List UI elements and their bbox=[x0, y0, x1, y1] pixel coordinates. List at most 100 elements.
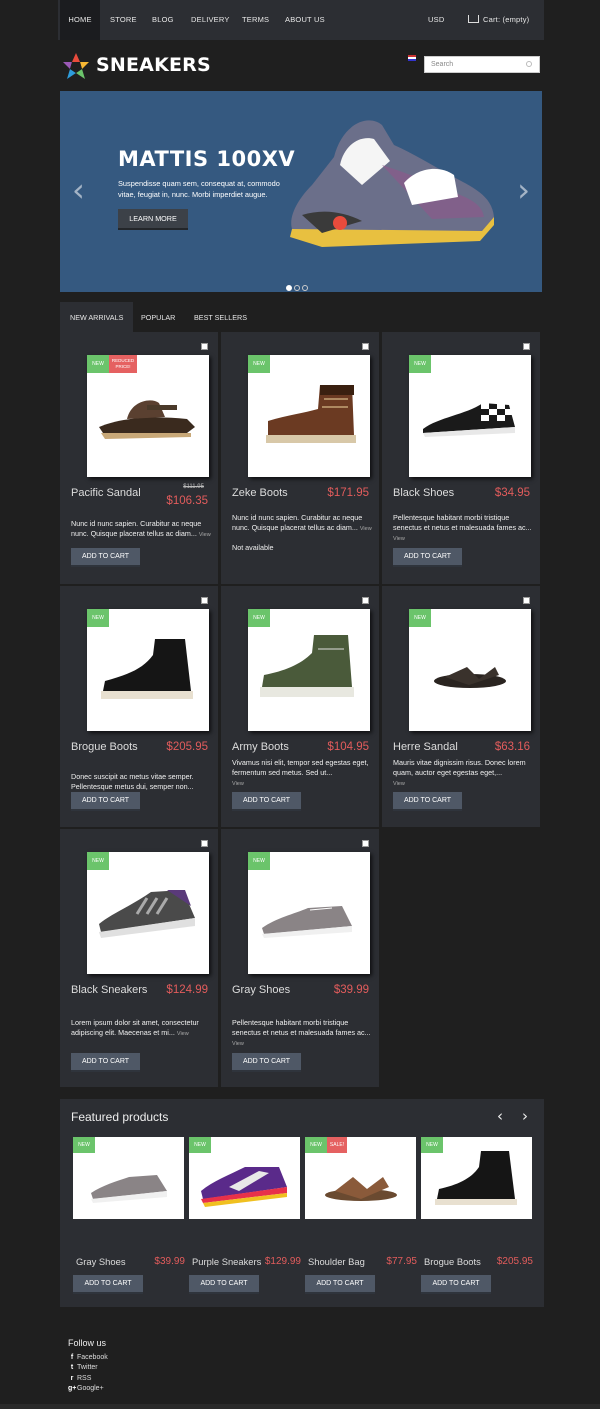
product-card[interactable]: NEW Black Shoes $34.95 Pellentesque habi… bbox=[382, 332, 540, 584]
product-card[interactable]: NEW REDUCED PRICE! Pacific Sandal $111.9… bbox=[60, 332, 218, 584]
add-to-cart-button[interactable]: ADD TO CART bbox=[421, 1275, 491, 1294]
product-name[interactable]: Herre Sandal bbox=[393, 739, 478, 756]
product-card[interactable]: NEW Gray Shoes $39.99 Pellentesque habit… bbox=[221, 829, 379, 1087]
compare-checkbox[interactable] bbox=[362, 840, 369, 847]
featured-name[interactable]: Purple Sneakers bbox=[192, 1256, 261, 1267]
social-rss[interactable]: r RSS bbox=[68, 1375, 92, 1382]
add-to-cart-button[interactable]: ADD TO CART bbox=[305, 1275, 375, 1294]
product-card[interactable]: NEW Black Sneakers $124.99 Lorem ipsum d… bbox=[60, 829, 218, 1087]
compare-checkbox[interactable] bbox=[523, 343, 530, 350]
add-to-cart-button[interactable]: ADD TO CART bbox=[71, 548, 140, 567]
nav-about-us[interactable]: ABOUT US bbox=[285, 0, 325, 40]
product-name[interactable]: Black Sneakers bbox=[71, 982, 156, 999]
nav-terms[interactable]: TERMS bbox=[242, 0, 269, 40]
social-facebook[interactable]: f Facebook bbox=[68, 1354, 108, 1361]
search-icon[interactable] bbox=[526, 61, 532, 67]
social-twitter[interactable]: t Twitter bbox=[68, 1364, 98, 1371]
product-name[interactable]: Brogue Boots bbox=[71, 739, 156, 756]
featured-image[interactable]: NEW bbox=[189, 1137, 300, 1219]
product-card[interactable]: NEW Brogue Boots $205.95 Donec suscipit … bbox=[60, 586, 218, 827]
new-badge: NEW bbox=[87, 852, 109, 870]
featured-name[interactable]: Gray Shoes bbox=[76, 1256, 126, 1267]
nav-blog[interactable]: BLOG bbox=[152, 0, 174, 40]
logo-icon[interactable] bbox=[62, 52, 90, 80]
product-image[interactable]: NEW bbox=[248, 355, 370, 477]
learn-more-button[interactable]: LEARN MORE bbox=[118, 209, 188, 230]
google-plus-icon: g+ bbox=[68, 1385, 77, 1392]
hero-dot-1[interactable] bbox=[286, 285, 292, 291]
hero-dot-3[interactable] bbox=[302, 285, 308, 291]
product-name[interactable]: Pacific Sandal bbox=[71, 485, 156, 502]
nav-home[interactable]: HOME bbox=[60, 0, 100, 40]
boot-image bbox=[266, 385, 356, 443]
product-image[interactable]: NEW REDUCED PRICE! bbox=[87, 355, 209, 477]
view-link[interactable]: View bbox=[232, 1041, 244, 1047]
hero-dot-2[interactable] bbox=[294, 285, 300, 291]
hero-next-arrow[interactable]: › bbox=[517, 174, 530, 206]
new-badge: NEW bbox=[73, 1137, 95, 1153]
compare-checkbox[interactable] bbox=[201, 343, 208, 350]
cart-link[interactable]: Cart: (empty) bbox=[468, 0, 529, 40]
compare-checkbox[interactable] bbox=[201, 840, 208, 847]
black-shoe-image bbox=[423, 403, 515, 437]
featured-image[interactable]: NEW bbox=[421, 1137, 532, 1219]
product-name[interactable]: Black Shoes bbox=[393, 485, 478, 502]
product-price: $124.99 bbox=[166, 984, 208, 996]
product-name[interactable]: Gray Shoes bbox=[232, 982, 317, 999]
social-google-plus[interactable]: g+Google+ bbox=[68, 1385, 104, 1392]
compare-checkbox[interactable] bbox=[362, 597, 369, 604]
logo-text[interactable]: SNEAKERS bbox=[96, 54, 211, 76]
tab-popular[interactable]: POPULAR bbox=[131, 302, 185, 334]
product-image[interactable]: NEW bbox=[409, 609, 531, 731]
tab-new-arrivals[interactable]: NEW ARRIVALS bbox=[60, 302, 134, 334]
view-link[interactable]: View bbox=[199, 532, 211, 538]
new-badge: NEW bbox=[248, 609, 270, 627]
compare-checkbox[interactable] bbox=[201, 597, 208, 604]
compare-checkbox[interactable] bbox=[523, 597, 530, 604]
compare-checkbox[interactable] bbox=[362, 343, 369, 350]
product-price: $104.95 bbox=[327, 741, 369, 753]
product-image[interactable]: NEW bbox=[248, 609, 370, 731]
product-card[interactable]: NEW Zeke Boots $171.95 Nunc id nunc sapi… bbox=[221, 332, 379, 584]
featured-image[interactable]: NEW SALE! bbox=[305, 1137, 416, 1219]
add-to-cart-button[interactable]: ADD TO CART bbox=[232, 1053, 301, 1072]
add-to-cart-button[interactable]: ADD TO CART bbox=[71, 1053, 140, 1072]
language-flag-icon[interactable] bbox=[408, 55, 416, 61]
new-badge: NEW bbox=[189, 1137, 211, 1153]
footer-bottom-bar bbox=[0, 1404, 600, 1409]
brogue-boot-image bbox=[101, 639, 193, 699]
add-to-cart-button[interactable]: ADD TO CART bbox=[232, 792, 301, 811]
view-link[interactable]: View bbox=[177, 1031, 189, 1037]
view-link[interactable]: View bbox=[232, 781, 244, 787]
featured-name[interactable]: Shoulder Bag bbox=[308, 1256, 365, 1267]
view-link[interactable]: View bbox=[393, 781, 405, 787]
featured-next-arrow[interactable]: › bbox=[522, 1107, 528, 1125]
add-to-cart-button[interactable]: ADD TO CART bbox=[393, 548, 462, 567]
product-name[interactable]: Army Boots bbox=[232, 739, 317, 756]
add-to-cart-button[interactable]: ADD TO CART bbox=[73, 1275, 143, 1294]
product-description: Lorem ipsum dolor sit amet, consectetur … bbox=[71, 1018, 211, 1039]
social-label: Twitter bbox=[77, 1364, 98, 1371]
currency-selector[interactable]: USD bbox=[428, 0, 444, 40]
view-link[interactable]: View bbox=[360, 526, 372, 532]
product-image[interactable]: NEW bbox=[87, 852, 209, 974]
hero-prev-arrow[interactable]: ‹ bbox=[72, 174, 85, 206]
add-to-cart-button[interactable]: ADD TO CART bbox=[71, 792, 140, 811]
product-name[interactable]: Zeke Boots bbox=[232, 485, 317, 502]
tab-best-sellers[interactable]: BEST SELLERS bbox=[184, 302, 257, 334]
featured-name[interactable]: Brogue Boots bbox=[424, 1256, 481, 1267]
twitter-icon: t bbox=[70, 1364, 74, 1371]
add-to-cart-button[interactable]: ADD TO CART bbox=[189, 1275, 259, 1294]
search-input[interactable]: Search bbox=[424, 56, 540, 73]
product-image[interactable]: NEW bbox=[409, 355, 531, 477]
add-to-cart-button[interactable]: ADD TO CART bbox=[393, 792, 462, 811]
view-link[interactable]: View bbox=[393, 536, 405, 542]
product-card[interactable]: NEW Herre Sandal $63.16 Mauris vitae dig… bbox=[382, 586, 540, 827]
featured-prev-arrow[interactable]: ‹ bbox=[497, 1107, 503, 1125]
featured-image[interactable]: NEW bbox=[73, 1137, 184, 1219]
nav-store[interactable]: STORE bbox=[110, 0, 137, 40]
nav-delivery[interactable]: DELIVERY bbox=[191, 0, 230, 40]
product-card[interactable]: NEW Army Boots $104.95 Vivamus nisi elit… bbox=[221, 586, 379, 827]
product-image[interactable]: NEW bbox=[87, 609, 209, 731]
product-image[interactable]: NEW bbox=[248, 852, 370, 974]
